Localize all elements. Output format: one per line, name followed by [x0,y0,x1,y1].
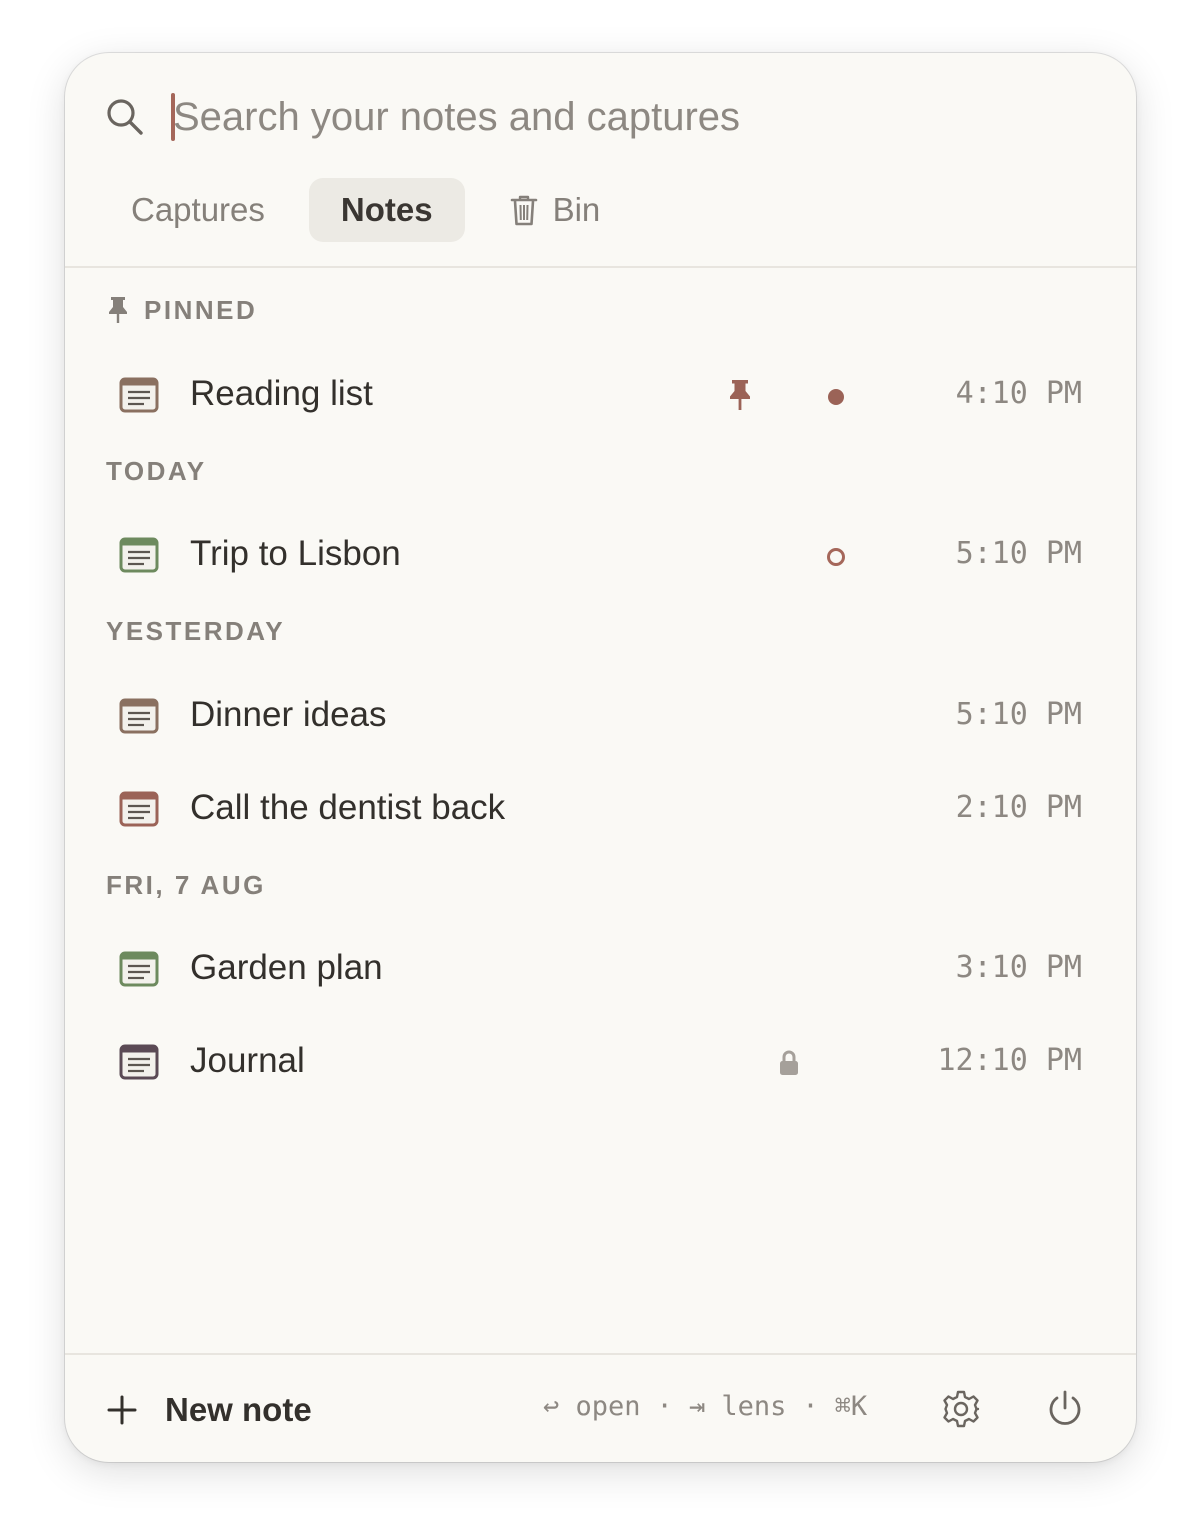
pin-icon[interactable] [726,378,754,412]
tab-captures[interactable]: Captures [105,178,291,242]
section-header-label: YESTERDAY [106,615,286,646]
status-dot-filled [828,389,844,405]
note-title: Reading list [190,374,373,413]
search-input[interactable] [173,87,1053,147]
keyboard-hints: ↩ open · ⇥ lens · ⌘K [543,1391,867,1422]
plus-icon [107,1395,137,1425]
footer: New note ↩ open · ⇥ lens · ⌘K [65,1355,1136,1462]
note-icon [119,1044,159,1080]
divider [65,266,1136,268]
hint-open: ↩ open [543,1391,641,1422]
search-icon [107,99,143,135]
note-time: 4:10 PM [955,376,1082,411]
hint-shortcut: ⌘K [834,1391,868,1422]
power-icon[interactable] [1045,1389,1085,1429]
note-icon [119,791,159,827]
list-item[interactable]: Trip to Lisbon 5:10 PM [65,516,1136,596]
section-header-yesterday: YESTERDAY [106,611,285,651]
list-item[interactable]: Reading list 4:10 PM [65,356,1136,436]
note-time: 2:10 PM [955,790,1082,825]
note-icon [119,377,159,413]
tab-label: Notes [340,191,433,228]
section-header-label: FRI, 7 AUG [106,869,266,900]
section-header-date: FRI, 7 AUG [106,865,266,905]
list-item[interactable]: Garden plan 3:10 PM [65,930,1136,1010]
new-note-button[interactable]: New note [107,1385,312,1435]
gear-icon[interactable] [941,1389,981,1429]
notes-panel: Captures Notes Bin PINNED [65,53,1136,1462]
search-bar [65,53,1136,173]
tab-notes[interactable]: Notes [308,178,465,242]
note-title: Dinner ideas [190,695,387,734]
tab-label: Captures [131,191,265,228]
note-title: Journal [190,1041,305,1080]
tab-label: Bin [552,191,601,228]
section-header-pinned: PINNED [106,290,257,330]
note-icon [119,537,159,573]
section-header-label: PINNED [144,294,258,325]
note-title: Trip to Lisbon [190,534,401,573]
hint-lens: ⇥ lens [688,1391,787,1422]
section-header-label: TODAY [106,455,207,486]
new-note-label: New note [165,1391,312,1428]
note-icon [119,951,159,987]
hint-separator: · [802,1391,819,1422]
note-time: 12:10 PM [937,1043,1083,1078]
note-time: 3:10 PM [955,950,1082,985]
tab-bin[interactable]: Bin [483,178,627,242]
section-header-today: TODAY [106,451,207,491]
list-item[interactable]: Dinner ideas 5:10 PM [65,677,1136,757]
list-item[interactable]: Journal 12:10 PM [65,1023,1136,1103]
trash-icon [510,195,537,226]
note-icon [119,698,159,734]
tab-bar: Captures Notes Bin [105,178,644,242]
lock-icon [780,1050,798,1075]
hint-separator: · [656,1391,673,1422]
list-item[interactable]: Call the dentist back 2:10 PM [65,770,1136,850]
note-title: Garden plan [190,948,383,987]
status-dot-hollow [827,548,845,566]
note-time: 5:10 PM [955,697,1082,732]
pin-icon [109,297,127,323]
note-title: Call the dentist back [190,788,506,827]
note-time: 5:10 PM [955,536,1082,571]
